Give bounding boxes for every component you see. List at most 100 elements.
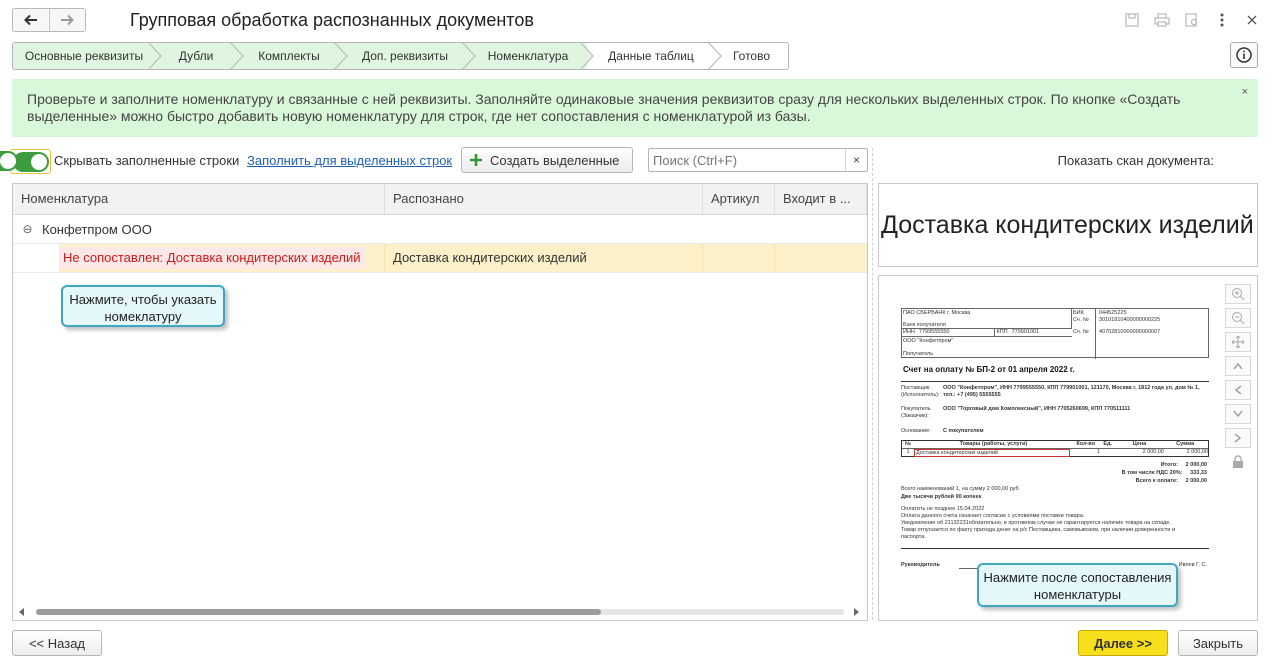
horizontal-scrollbar[interactable]	[19, 606, 859, 616]
column-nomenclature[interactable]: Номенклатура	[13, 184, 385, 214]
zoom-out-button[interactable]	[1225, 308, 1251, 328]
step-main-details[interactable]: Основные реквизиты	[12, 42, 162, 70]
save-icon[interactable]	[1122, 10, 1142, 30]
forward-nav-button[interactable]	[48, 9, 86, 31]
lock-icon	[1233, 455, 1243, 468]
column-recognized[interactable]: Распознано	[385, 184, 703, 214]
corr-acc-label: Сч. №	[1073, 317, 1089, 323]
banner-close-icon[interactable]: ×	[1242, 86, 1248, 98]
bank-cell: ПАО СБЕРБАНК г. Москва Банк получателя	[902, 309, 1072, 329]
total-value: 2 000,00	[1185, 462, 1207, 468]
chevron-down-icon	[1233, 410, 1243, 418]
back-nav-button[interactable]	[13, 9, 49, 31]
note-4: Товар отпускается по факту прихода денег…	[901, 527, 1176, 540]
scroll-up-button[interactable]	[1225, 356, 1251, 376]
group-row[interactable]: ⊖ Конфетпром ООО	[13, 215, 867, 244]
cell-nomenclature[interactable]: Не сопоставлен: Доставка кондитерских из…	[59, 244, 385, 272]
col-price: Цена	[1132, 441, 1147, 447]
step-done[interactable]: Готово	[715, 42, 789, 70]
row-divider	[13, 272, 867, 273]
row-indent	[13, 244, 59, 272]
signer-name: Ивлев Г. С.	[1178, 562, 1207, 568]
next-button[interactable]: Далее >>	[1078, 630, 1168, 656]
preview-icon[interactable]	[1182, 10, 1202, 30]
move-icon	[1231, 335, 1245, 349]
recipient-label: Получатель	[903, 351, 934, 357]
scroll-right-button[interactable]	[1225, 428, 1251, 448]
info-icon	[1236, 47, 1252, 63]
vat-value: 333,33	[1190, 470, 1207, 476]
table-row[interactable]: Не сопоставлен: Доставка кондитерских из…	[13, 244, 867, 272]
page-title: Групповая обработка распознанных докумен…	[130, 10, 534, 30]
plus-icon	[470, 154, 482, 166]
item-no: 1	[906, 449, 910, 455]
scroll-left-icon[interactable]	[18, 607, 26, 617]
scroll-left-button[interactable]	[1225, 380, 1251, 400]
col-qty: Кол-во	[1076, 441, 1096, 447]
back-button[interactable]: << Назад	[12, 630, 102, 656]
lock-button[interactable]	[1225, 452, 1251, 472]
buyer-label: Покупатель (Заказчик):	[901, 406, 931, 419]
search-input[interactable]	[649, 149, 845, 171]
fill-selected-link[interactable]: Заполнить для выделенных строк	[247, 153, 452, 168]
print-icon[interactable]	[1152, 10, 1172, 30]
column-article[interactable]: Артикул	[703, 184, 775, 214]
bank-details: ПАО СБЕРБАНК г. Москва Банк получателя Б…	[901, 308, 1209, 359]
total-row: Итого: 2 000,00	[1067, 461, 1207, 469]
chevron-right-icon	[1234, 433, 1242, 443]
note-2: Оплата данного счета означает согласие с…	[901, 513, 1085, 519]
recognized-preview: Доставка кондитерских изделий	[878, 183, 1258, 267]
due-value: 2 000,00	[1185, 478, 1207, 484]
step-duplicates[interactable]: Дубли	[155, 42, 244, 70]
scan-tools	[1225, 284, 1251, 472]
supplier-value: ООО "Конфетпром", ИНН 7799555550, КПП 77…	[943, 385, 1200, 398]
table-header: Номенклатура Распознано Артикул Входит в…	[13, 184, 867, 215]
notes-rule	[901, 548, 1209, 549]
column-includes[interactable]: Входит в ...	[775, 184, 867, 214]
panel-divider[interactable]	[872, 148, 873, 620]
fit-button[interactable]	[1225, 332, 1251, 352]
note-3: Уведомление об 21132231обязательно, в пр…	[901, 520, 1171, 526]
scroll-right-icon[interactable]	[852, 607, 860, 617]
title-rule	[901, 381, 1209, 382]
zoom-in-button[interactable]	[1225, 284, 1251, 304]
items-row: 1 Доставка кондитерских изделий 1 2 000,…	[902, 449, 1208, 457]
step-nomenclature[interactable]: Номенклатура	[469, 42, 594, 70]
summary-words: Две тысячи рублей 00 копеек	[901, 494, 982, 500]
col-unit: Ед.	[1103, 441, 1113, 447]
acc-value: 40702810000000000007	[1099, 329, 1161, 335]
col-no: №	[904, 441, 912, 447]
hint-banner: Проверьте и заполните номенклатуру и свя…	[12, 79, 1258, 137]
invoice-title: Счет на оплату № БП-2 от 01 апреля 2022 …	[903, 365, 1075, 374]
arrow-left-icon	[23, 14, 37, 26]
create-selected-button[interactable]: Создать выделенные	[461, 147, 633, 173]
step-kits[interactable]: Комплекты	[237, 42, 348, 70]
cell-article[interactable]	[703, 244, 775, 272]
buyer-value: ООО "Торговый дом Комплексный", ИНН 7705…	[943, 406, 1131, 412]
collapse-icon[interactable]: ⊖	[13, 222, 42, 236]
more-icon[interactable]	[1212, 10, 1232, 30]
summary-line: Всего наименований 1, на сумму 2 000,00 …	[901, 486, 1019, 492]
close-button[interactable]: Закрыть	[1178, 630, 1258, 656]
cell-recognized[interactable]: Доставка кондитерских изделий	[385, 244, 703, 272]
scroll-thumb[interactable]	[36, 609, 601, 615]
vat-label: В том числе НДС 20%:	[1121, 470, 1183, 476]
inn-label: ИНН	[903, 329, 915, 335]
recipient-name: ООО "Конфетпром"	[903, 338, 954, 344]
cell-includes[interactable]	[775, 244, 867, 272]
search-clear-icon[interactable]: ×	[845, 149, 867, 171]
nomenclature-hint-callout: Нажмите, чтобы указать номеклатуру	[61, 285, 225, 327]
wizard-steps: Основные реквизиты Дубли Комплекты Доп. …	[12, 42, 789, 70]
step-table-data[interactable]: Данные таблиц	[587, 42, 722, 70]
zoom-out-icon	[1232, 312, 1245, 325]
bik-value: 044525225	[1099, 310, 1127, 316]
vat-row: В том числе НДС 20%: 333,33	[1067, 469, 1207, 477]
kpp-value: 779901001	[1011, 329, 1040, 335]
step-extra-details[interactable]: Доп. реквизиты	[341, 42, 476, 70]
scroll-down-button[interactable]	[1225, 404, 1251, 424]
close-icon[interactable]	[1242, 10, 1262, 30]
info-button[interactable]	[1230, 42, 1258, 68]
items-header: № Товары (работы, услуги) Кол-во Ед. Цен…	[902, 441, 1208, 449]
due-label: Всего к оплате:	[1135, 478, 1178, 484]
signer-label: Руководитель	[901, 562, 940, 568]
